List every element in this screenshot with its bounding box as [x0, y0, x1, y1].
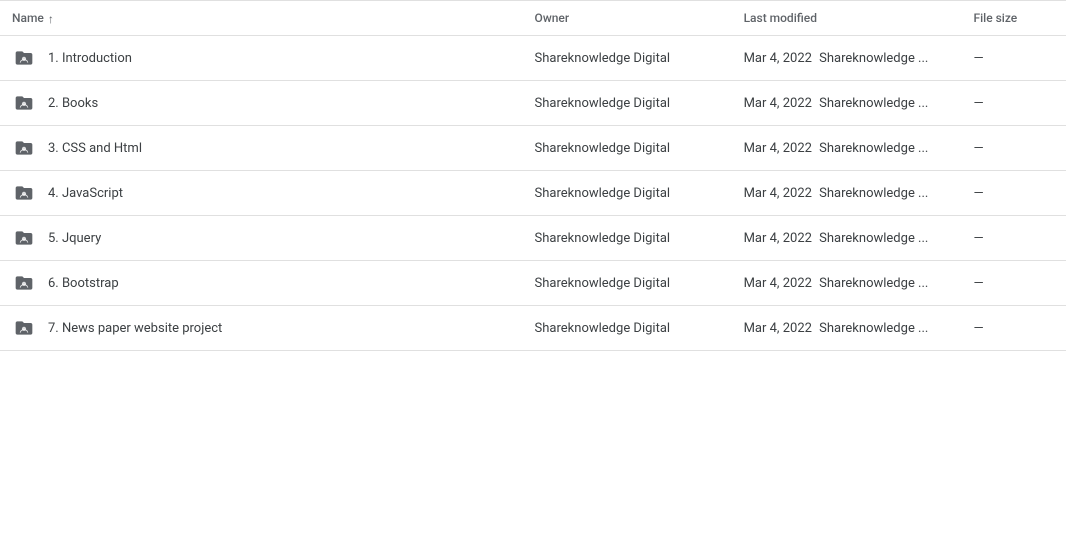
- owner-cell: Shareknowledge Digital: [523, 216, 732, 261]
- folder-icon: [12, 136, 36, 160]
- file-name-cell: 3. CSS and Html: [0, 126, 523, 171]
- file-size-cell: —: [961, 306, 1066, 351]
- name-column-label: Name: [12, 11, 44, 25]
- file-size-cell: —: [961, 261, 1066, 306]
- owner-cell: Shareknowledge Digital: [523, 81, 732, 126]
- file-name-cell: 4. JavaScript: [0, 171, 523, 216]
- modified-person-label: Shareknowledge ...: [819, 141, 928, 156]
- modified-person-label: Shareknowledge ...: [819, 231, 928, 246]
- modified-date-label: Mar 4, 2022: [744, 96, 812, 111]
- file-name-label: 1. Introduction: [48, 51, 132, 66]
- modified-cell: Mar 4, 2022 Shareknowledge ...: [732, 171, 962, 216]
- folder-icon: [12, 226, 36, 250]
- table-row[interactable]: 2. Books Shareknowledge Digital Mar 4, 2…: [0, 81, 1066, 126]
- owner-cell: Shareknowledge Digital: [523, 36, 732, 81]
- owner-cell: Shareknowledge Digital: [523, 261, 732, 306]
- modified-date-label: Mar 4, 2022: [744, 276, 812, 291]
- modified-date-label: Mar 4, 2022: [744, 321, 812, 336]
- folder-icon: [12, 316, 36, 340]
- folder-icon: [12, 46, 36, 70]
- column-header-filesize: File size: [961, 1, 1066, 36]
- file-size-cell: —: [961, 36, 1066, 81]
- owner-cell: Shareknowledge Digital: [523, 126, 732, 171]
- owner-cell: Shareknowledge Digital: [523, 171, 732, 216]
- file-name-cell: 7. News paper website project: [0, 306, 523, 351]
- file-name-cell: 2. Books: [0, 81, 523, 126]
- modified-cell: Mar 4, 2022 Shareknowledge ...: [732, 261, 962, 306]
- file-name-label: 2. Books: [48, 96, 98, 111]
- column-header-owner: Owner: [523, 1, 732, 36]
- modified-date-label: Mar 4, 2022: [744, 51, 812, 66]
- modified-cell: Mar 4, 2022 Shareknowledge ...: [732, 216, 962, 261]
- modified-person-label: Shareknowledge ...: [819, 321, 928, 336]
- file-name-label: 6. Bootstrap: [48, 276, 119, 291]
- table-row[interactable]: 5. Jquery Shareknowledge Digital Mar 4, …: [0, 216, 1066, 261]
- file-name-label: 7. News paper website project: [48, 321, 222, 336]
- folder-icon: [12, 271, 36, 295]
- file-name-cell: 5. Jquery: [0, 216, 523, 261]
- file-size-cell: —: [961, 126, 1066, 171]
- file-size-cell: —: [961, 216, 1066, 261]
- modified-cell: Mar 4, 2022 Shareknowledge ...: [732, 306, 962, 351]
- modified-cell: Mar 4, 2022 Shareknowledge ...: [732, 81, 962, 126]
- modified-cell: Mar 4, 2022 Shareknowledge ...: [732, 126, 962, 171]
- modified-person-label: Shareknowledge ...: [819, 96, 928, 111]
- file-size-cell: —: [961, 171, 1066, 216]
- modified-person-label: Shareknowledge ...: [819, 186, 928, 201]
- column-header-modified: Last modified: [732, 1, 962, 36]
- sort-up-icon: ↑: [48, 12, 60, 24]
- table-row[interactable]: 1. Introduction Shareknowledge Digital M…: [0, 36, 1066, 81]
- file-name-label: 5. Jquery: [48, 231, 101, 246]
- file-name-cell: 6. Bootstrap: [0, 261, 523, 306]
- folder-icon: [12, 181, 36, 205]
- modified-date-label: Mar 4, 2022: [744, 186, 812, 201]
- modified-date-label: Mar 4, 2022: [744, 141, 812, 156]
- name-sort-button[interactable]: Name ↑: [12, 11, 60, 25]
- modified-cell: Mar 4, 2022 Shareknowledge ...: [732, 36, 962, 81]
- folder-icon: [12, 91, 36, 115]
- owner-cell: Shareknowledge Digital: [523, 306, 732, 351]
- table-row[interactable]: 7. News paper website project Shareknowl…: [0, 306, 1066, 351]
- table-row[interactable]: 3. CSS and Html Shareknowledge Digital M…: [0, 126, 1066, 171]
- file-list-table: Name ↑ Owner Last modified File size: [0, 0, 1066, 351]
- file-size-cell: —: [961, 81, 1066, 126]
- modified-date-label: Mar 4, 2022: [744, 231, 812, 246]
- file-name-label: 3. CSS and Html: [48, 141, 142, 156]
- file-name-cell: 1. Introduction: [0, 36, 523, 81]
- modified-person-label: Shareknowledge ...: [819, 276, 928, 291]
- table-row[interactable]: 6. Bootstrap Shareknowledge Digital Mar …: [0, 261, 1066, 306]
- table-row[interactable]: 4. JavaScript Shareknowledge Digital Mar…: [0, 171, 1066, 216]
- column-header-name[interactable]: Name ↑: [0, 1, 523, 36]
- file-name-label: 4. JavaScript: [48, 186, 123, 201]
- modified-person-label: Shareknowledge ...: [819, 51, 928, 66]
